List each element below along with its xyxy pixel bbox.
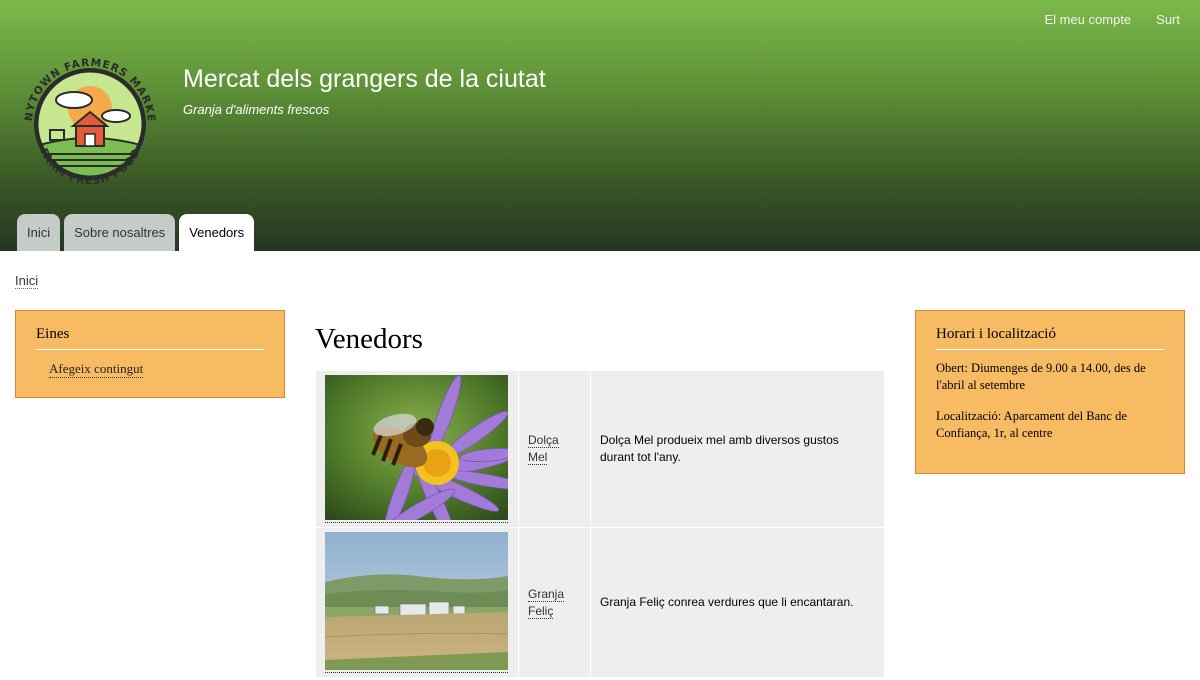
farm-logo-icon: ANYTOWN FARMERS MARKET FARM FRESH FOOD: [11, 41, 156, 187]
tab-about[interactable]: Sobre nosaltres: [64, 214, 176, 251]
bee-on-flower-image: [325, 375, 508, 520]
vendor-name-cell: Granja Feliç: [518, 527, 591, 678]
vendor-name-link[interactable]: Granja Feliç: [528, 586, 565, 619]
location-text: Localització: Aparcament del Banc de Con…: [936, 409, 1127, 440]
hours-block-title: Horari i localització: [936, 326, 1164, 350]
vendor-name-line2: Mel: [528, 450, 548, 464]
vendor-image-cell: [315, 527, 519, 678]
vendor-image-link[interactable]: [325, 532, 508, 673]
table-row: Dolça Mel Dolça Mel produeix mel amb dive…: [315, 370, 885, 528]
vendor-name-cell: Dolça Mel: [518, 370, 591, 528]
page-title: Venedors: [315, 323, 423, 355]
tools-block: Eines Afegeix contingut: [15, 310, 285, 398]
hours-location-block: Horari i localització Obert: Diumenges d…: [915, 310, 1185, 474]
vendor-name-line1: Dolça: [528, 433, 559, 447]
tab-home[interactable]: Inici: [17, 214, 61, 251]
vendor-table: Dolça Mel Dolça Mel produeix mel amb dive…: [315, 370, 885, 678]
site-logo[interactable]: ANYTOWN FARMERS MARKET FARM FRESH FOOD: [11, 41, 164, 198]
vendor-name-line2: Feliç: [528, 603, 554, 618]
logout-link[interactable]: Surt: [1156, 12, 1180, 27]
farm-landscape-image: [325, 532, 508, 670]
site-name[interactable]: Mercat dels grangers de la ciutat: [183, 65, 546, 94]
vendor-image-cell: [315, 370, 519, 528]
add-content-link[interactable]: Afegeix contingut: [49, 361, 144, 378]
site-header: El meu compte Surt NYTOWN FARMERS MARKE …: [0, 0, 1200, 251]
vendor-image-link[interactable]: [325, 375, 508, 523]
secondary-menu: El meu compte Surt: [1044, 12, 1180, 27]
vendor-name-link[interactable]: Dolça Mel: [528, 433, 559, 465]
vendor-description: Dolça Mel produeix mel amb diversos gust…: [590, 370, 885, 528]
site-slogan: Granja d'aliments frescos: [183, 102, 330, 117]
main-menu: Inici Sobre nosaltres Venedors: [17, 214, 255, 251]
tools-block-title: Eines: [36, 326, 264, 350]
breadcrumb-home-link[interactable]: Inici: [15, 273, 39, 289]
my-account-link[interactable]: El meu compte: [1044, 12, 1131, 27]
vendor-name-line1: Granja: [528, 586, 565, 601]
vendor-description: Granja Feliç conrea verdures que li enca…: [590, 527, 885, 678]
tab-vendors[interactable]: Venedors: [179, 214, 255, 251]
breadcrumb: Inici: [15, 273, 39, 289]
opening-hours-text: Obert: Diumenges de 9.00 a 14.00, des de…: [936, 361, 1146, 392]
table-row: Granja Feliç Granja Feliç conrea verdures…: [315, 527, 885, 678]
